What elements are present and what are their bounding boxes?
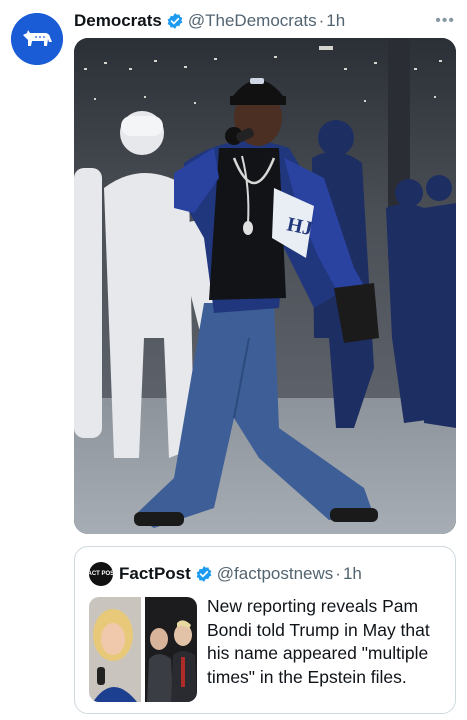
tweet-media-image[interactable]: HJ	[74, 38, 456, 534]
separator-dot: ·	[318, 11, 325, 30]
quoted-post-text: New reporting reveals Pam Bondi told Tru…	[207, 596, 430, 687]
more-options-icon[interactable]: •••	[435, 12, 455, 30]
quoted-author-name[interactable]: FactPost	[119, 564, 191, 584]
quoted-post[interactable]: FACT POST FactPost @factpostnews · 1h Ne…	[74, 546, 456, 714]
avatar[interactable]	[11, 13, 63, 65]
quoted-author-handle[interactable]: @factpostnews	[217, 564, 333, 584]
quoted-timestamp[interactable]: 1h	[343, 564, 362, 584]
thumbnail-photo	[89, 597, 197, 702]
quoted-thumbnail-image[interactable]	[89, 597, 197, 702]
verified-badge-icon	[166, 12, 184, 30]
author-handle[interactable]: @TheDemocrats	[188, 11, 317, 31]
performer-photo: HJ	[74, 38, 456, 534]
quoted-avatar-logo: FACT POST	[84, 570, 118, 577]
donkey-logo-icon	[11, 13, 63, 65]
quoted-post-header: FACT POST FactPost @factpostnews · 1h	[84, 561, 362, 587]
separator-dot: ·	[335, 564, 341, 583]
tweet-header: Democrats @TheDemocrats · 1h •••	[74, 10, 459, 32]
timestamp[interactable]: 1h	[326, 11, 345, 31]
author-name[interactable]: Democrats	[74, 11, 162, 31]
quoted-avatar[interactable]: FACT POST	[84, 562, 118, 586]
verified-badge-icon	[195, 565, 213, 583]
